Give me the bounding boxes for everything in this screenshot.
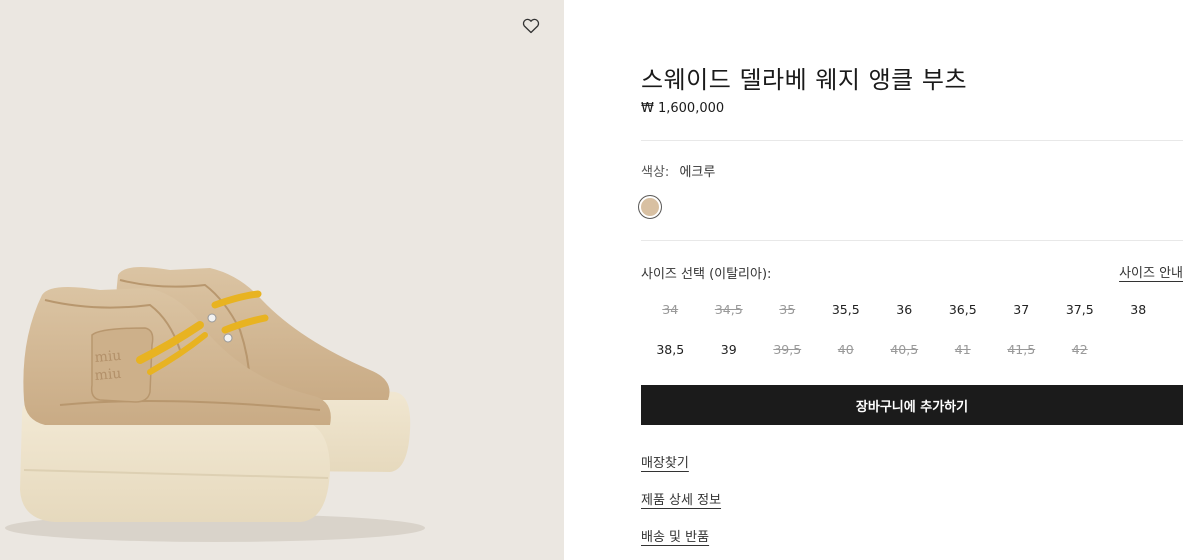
size-option[interactable]: 35 [758, 292, 817, 326]
size-option[interactable]: 38 [1109, 292, 1168, 326]
size-option[interactable]: 40 [817, 332, 876, 366]
size-option[interactable]: 38,5 [641, 332, 700, 366]
product-title: 스웨이드 델라베 웨지 앵클 부츠 [641, 66, 968, 94]
size-option[interactable]: 37,5 [1051, 292, 1110, 326]
svg-text:miu: miu [94, 348, 122, 366]
divider [641, 240, 1183, 241]
product-price: ₩ 1,600,000 [641, 101, 725, 116]
size-option[interactable]: 36 [875, 292, 934, 326]
size-option[interactable]: 36,5 [934, 292, 993, 326]
product-image-panel: miu miu [0, 0, 564, 560]
color-value: 에크루 [679, 165, 716, 180]
color-row: 색상: 에크루 [641, 161, 715, 180]
size-option[interactable]: 39,5 [758, 332, 817, 366]
size-option[interactable]: 41,5 [992, 332, 1051, 366]
product-page: miu miu 스웨이드 델라베 웨지 앵클 부츠 ₩ 1,600,000 색상… [0, 0, 1200, 560]
size-guide-link[interactable]: 사이즈 안내 [1119, 262, 1183, 281]
color-label: 색상: [641, 165, 670, 180]
color-swatch-ecru[interactable] [638, 195, 662, 219]
size-option[interactable]: 40,5 [875, 332, 934, 366]
size-option[interactable]: 39 [700, 332, 759, 366]
product-details-link[interactable]: 제품 상세 정보 [641, 489, 721, 508]
add-to-cart-button[interactable]: 장바구니에 추가하기 [641, 385, 1183, 425]
size-label: 사이즈 선택 (이탈리아): [641, 267, 772, 282]
size-option[interactable]: 34,5 [700, 292, 759, 326]
size-option[interactable]: 34 [641, 292, 700, 326]
svg-text:miu: miu [94, 366, 122, 384]
product-image: miu miu [5, 266, 425, 542]
size-options: 34 34,5 35 35,5 36 36,5 37 37,5 38 38,5 … [641, 292, 1183, 366]
size-option[interactable]: 35,5 [817, 292, 876, 326]
wishlist-button[interactable] [519, 14, 543, 38]
heart-icon [522, 18, 540, 34]
shipping-returns-link[interactable]: 배송 및 반품 [641, 526, 709, 545]
size-option[interactable]: 42 [1051, 332, 1110, 366]
size-option[interactable]: 41 [934, 332, 993, 366]
product-details: 스웨이드 델라베 웨지 앵클 부츠 ₩ 1,600,000 색상: 에크루 사이… [638, 0, 1183, 560]
divider [641, 140, 1183, 141]
size-option[interactable]: 37 [992, 292, 1051, 326]
store-finder-link[interactable]: 매장찾기 [641, 452, 689, 471]
